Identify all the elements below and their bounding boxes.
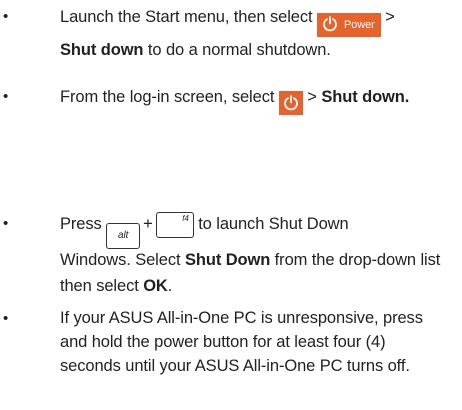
bullet: •	[3, 8, 9, 25]
item-text: Press alt+ f4 to launch Shut Down	[60, 211, 455, 249]
bullet: •	[3, 88, 9, 105]
bullet: •	[3, 310, 9, 327]
item-text: From the log-in screen, select > Shut do…	[60, 84, 455, 115]
power-button: Power	[317, 13, 381, 37]
f4-key-label: f4	[182, 214, 189, 223]
power-button	[278, 91, 303, 115]
item-text: If your ASUS All-in-One PC is unresponsi…	[60, 309, 423, 375]
alt-key: alt	[106, 223, 141, 249]
item-text-line2-bold: Shut Down	[184, 251, 271, 269]
bullet: •	[3, 215, 9, 232]
item-text-continued: Windows. Select Shut Down from the drop-…	[60, 247, 455, 299]
item-text-tail: to do a normal shutdown.	[143, 41, 331, 59]
f4-key: f4	[155, 212, 194, 238]
item-text-line2-bold2: OK	[143, 277, 168, 295]
power-icon	[323, 16, 337, 32]
item-text-separator: >	[302, 88, 322, 106]
item-text-pre: Launch the Start menu, then select	[60, 8, 313, 26]
item-text-bold: Shut down.	[321, 88, 410, 106]
item-text-pre: Press	[60, 215, 102, 233]
power-button-label: Power	[344, 19, 375, 31]
item-text-line2-pre: Windows. Select	[60, 251, 185, 269]
item-text-bold: Shut down	[60, 41, 144, 59]
item-text-post: to launch Shut Down	[193, 215, 349, 233]
item-text-line2-end: .	[167, 277, 173, 295]
item-text-pre: From the log-in screen, select	[60, 88, 275, 106]
plus-sign: +	[143, 215, 153, 233]
item-text: Launch the Start menu, then select Power…	[60, 4, 455, 63]
item-text-separator: >	[380, 8, 395, 26]
power-icon	[283, 95, 298, 111]
